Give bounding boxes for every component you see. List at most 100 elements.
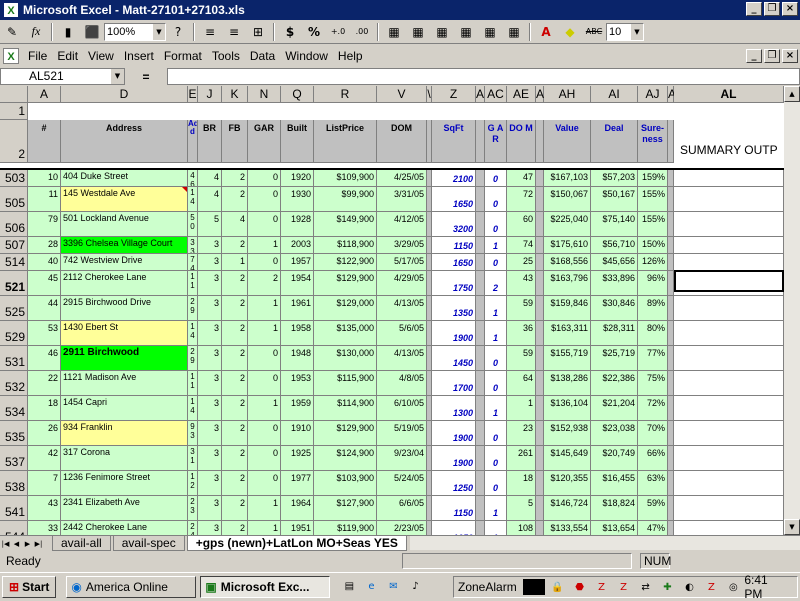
- cell-hidden[interactable]: [536, 496, 544, 521]
- cell-built[interactable]: 1948: [281, 346, 314, 371]
- cell-g[interactable]: 0: [485, 421, 507, 446]
- cell-built[interactable]: 1930: [281, 187, 314, 212]
- cell-hidden[interactable]: [476, 371, 485, 396]
- row-header[interactable]: 532: [0, 371, 28, 396]
- cell-built[interactable]: 1928: [281, 212, 314, 237]
- row-header[interactable]: 535: [0, 421, 28, 446]
- header-num[interactable]: #: [28, 120, 61, 163]
- cell-deal[interactable]: $22,386: [591, 371, 638, 396]
- cell-empty[interactable]: [674, 346, 784, 371]
- name-box[interactable]: AL521 ▼: [0, 68, 125, 85]
- cell-g[interactable]: 2: [485, 271, 507, 296]
- grid-icon[interactable]: ▦: [431, 22, 453, 42]
- cell-deal[interactable]: $18,824: [591, 496, 638, 521]
- cell-dom[interactable]: 2/23/05: [377, 521, 427, 535]
- cell-br[interactable]: 3: [198, 321, 222, 346]
- cell-gar[interactable]: 0: [248, 254, 281, 271]
- cell-built[interactable]: 1964: [281, 496, 314, 521]
- cell-fb[interactable]: 2: [222, 170, 248, 187]
- cell-br[interactable]: 3: [198, 254, 222, 271]
- cell-address[interactable]: 934 Franklin: [61, 421, 188, 446]
- cell-value[interactable]: $120,355: [544, 471, 591, 496]
- cell-sure[interactable]: 47%: [638, 521, 668, 535]
- cell-dom[interactable]: 4/12/05: [377, 212, 427, 237]
- cell-hidden[interactable]: [536, 521, 544, 535]
- cell-fb[interactable]: 2: [222, 446, 248, 471]
- row-header[interactable]: 534: [0, 396, 28, 421]
- network-icon[interactable]: ⇄: [637, 579, 655, 595]
- cell-sqft[interactable]: 1300: [432, 396, 476, 421]
- cell-dom[interactable]: 6/6/05: [377, 496, 427, 521]
- header-gar[interactable]: GAR: [248, 120, 281, 163]
- cell-hidden[interactable]: [476, 237, 485, 254]
- cell-fb[interactable]: 1: [222, 254, 248, 271]
- cell-gar[interactable]: 0: [248, 471, 281, 496]
- cell-list[interactable]: $129,900: [314, 421, 377, 446]
- column-header[interactable]: Z: [432, 86, 476, 103]
- header-list[interactable]: ListPrice: [314, 120, 377, 163]
- cell-e[interactable]: 2 9: [188, 346, 198, 371]
- cell-dom[interactable]: 5/24/05: [377, 471, 427, 496]
- column-header[interactable]: N: [248, 86, 281, 103]
- cell-deal[interactable]: $45,656: [591, 254, 638, 271]
- cell-sure[interactable]: 155%: [638, 187, 668, 212]
- cell-built[interactable]: 2003: [281, 237, 314, 254]
- cell-dom2[interactable]: 25: [507, 254, 536, 271]
- cell-hidden[interactable]: [476, 254, 485, 271]
- cell-e[interactable]: 1 1: [188, 371, 198, 396]
- antivirus-icon[interactable]: ✚: [659, 579, 677, 595]
- cell-deal[interactable]: $21,204: [591, 396, 638, 421]
- cell-address[interactable]: 2442 Cherokee Lane: [61, 521, 188, 535]
- header-sure[interactable]: Sure-ness: [638, 120, 668, 163]
- cell-deal[interactable]: $16,455: [591, 471, 638, 496]
- cell-dom[interactable]: 4/13/05: [377, 346, 427, 371]
- menu-insert[interactable]: Insert: [119, 49, 159, 63]
- cell-address[interactable]: 404 Duke Street: [61, 170, 188, 187]
- cell-gar[interactable]: 1: [248, 296, 281, 321]
- cell-sqft[interactable]: 1450: [432, 346, 476, 371]
- cell-address[interactable]: 2112 Cherokee Lane: [61, 271, 188, 296]
- horizontal-scrollbar[interactable]: [410, 536, 800, 550]
- menu-file[interactable]: File: [23, 49, 52, 63]
- column-header[interactable]: R: [314, 86, 377, 103]
- cell-gar[interactable]: 1: [248, 496, 281, 521]
- cell-dom[interactable]: 4/29/05: [377, 271, 427, 296]
- cell-built[interactable]: 1920: [281, 170, 314, 187]
- strikethrough-icon[interactable]: ABC: [583, 22, 605, 42]
- media-icon[interactable]: ♪: [406, 579, 424, 595]
- menu-help[interactable]: Help: [333, 49, 368, 63]
- cell-g[interactable]: 1: [485, 237, 507, 254]
- cell-sqft[interactable]: 1900: [432, 446, 476, 471]
- cell-sure[interactable]: 66%: [638, 446, 668, 471]
- cell-br[interactable]: 3: [198, 521, 222, 535]
- zoom-select[interactable]: 100% ▼: [104, 22, 166, 41]
- header-built[interactable]: Built: [281, 120, 314, 163]
- cell-list[interactable]: $109,900: [314, 170, 377, 187]
- start-button[interactable]: ⊞ Start: [2, 575, 57, 598]
- cell-hidden[interactable]: [536, 346, 544, 371]
- cell-g[interactable]: 0: [485, 471, 507, 496]
- cell-sqft[interactable]: 3200: [432, 212, 476, 237]
- cell-empty[interactable]: [674, 187, 784, 212]
- cell-hidden[interactable]: [536, 421, 544, 446]
- cell-address[interactable]: 1430 Ebert St: [61, 321, 188, 346]
- cell-sqft[interactable]: 1650: [432, 187, 476, 212]
- cell-hidden[interactable]: [536, 187, 544, 212]
- cell-gar[interactable]: 0: [248, 212, 281, 237]
- cell-fb[interactable]: 2: [222, 321, 248, 346]
- column-header[interactable]: AL: [674, 86, 784, 103]
- cell-address[interactable]: 2341 Elizabeth Ave: [61, 496, 188, 521]
- cell-value[interactable]: $155,719: [544, 346, 591, 371]
- cell-address[interactable]: 2915 Birchwood Drive: [61, 296, 188, 321]
- row-header[interactable]: 541: [0, 496, 28, 521]
- cell-built[interactable]: 1953: [281, 371, 314, 396]
- cell-num[interactable]: 33: [28, 521, 61, 535]
- cell-deal[interactable]: $56,710: [591, 237, 638, 254]
- column-header[interactable]: J: [198, 86, 222, 103]
- cell-e[interactable]: 2 9: [188, 296, 198, 321]
- column-header[interactable]: V: [377, 86, 427, 103]
- row-header[interactable]: 521: [0, 271, 28, 296]
- cell-g[interactable]: 0: [485, 187, 507, 212]
- cell-empty[interactable]: [674, 170, 784, 187]
- cell-dom[interactable]: 4/13/05: [377, 296, 427, 321]
